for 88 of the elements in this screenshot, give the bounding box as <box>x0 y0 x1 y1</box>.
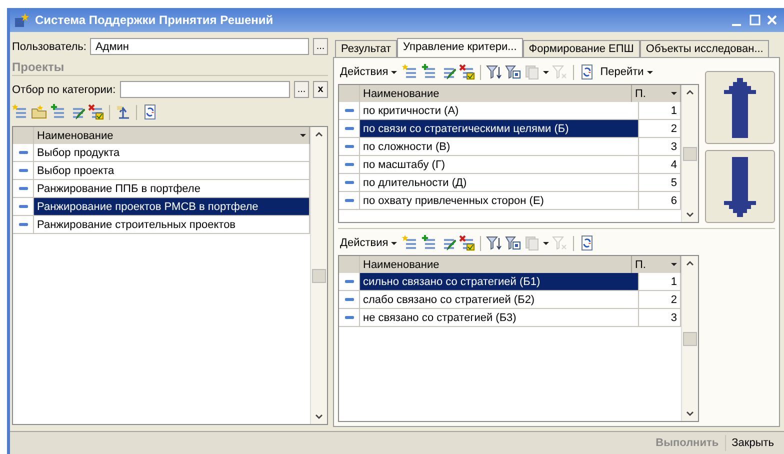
list-plus-icon[interactable] <box>50 104 66 120</box>
field-label: Пользователь: <box>12 40 86 52</box>
move-up-button[interactable] <box>705 71 775 144</box>
tab[interactable]: Результат <box>335 40 398 57</box>
list-delete-icon[interactable] <box>459 64 476 80</box>
list-plus-icon[interactable] <box>421 235 438 251</box>
dash-icon <box>18 205 28 208</box>
dash-icon <box>18 187 28 190</box>
table-cell[interactable]: не связано со стратегией (Б3) <box>360 309 639 326</box>
select-button[interactable]: ... <box>294 81 309 98</box>
level-up-icon[interactable] <box>115 104 131 120</box>
filter-form-icon[interactable] <box>505 64 522 80</box>
dash-icon <box>18 169 28 172</box>
app-icon <box>14 12 30 28</box>
chevron-down-icon <box>686 411 694 417</box>
list-star-icon[interactable] <box>12 104 28 120</box>
select-button[interactable]: ... <box>313 38 328 55</box>
caret-icon <box>543 70 550 74</box>
field-label: Отбор по категории: <box>12 84 116 96</box>
table-cell[interactable]: по длительности (Д) <box>360 174 639 191</box>
filter-icon[interactable] <box>486 235 502 251</box>
column-header[interactable]: Наименование <box>360 85 632 102</box>
filter-form-icon[interactable] <box>505 235 522 251</box>
category-field[interactable] <box>120 81 290 98</box>
chevron-up-icon <box>686 89 694 95</box>
table-cell[interactable]: по связи со стратегическими целями (Б) <box>360 120 639 137</box>
dash-icon <box>344 109 354 112</box>
scrollbar[interactable] <box>681 85 698 222</box>
refresh-icon[interactable] <box>579 64 596 80</box>
actions-menu[interactable]: Действия <box>338 66 400 78</box>
maximize-icon <box>749 13 761 27</box>
chevron-up-icon <box>686 260 694 266</box>
window-title: Система Поддержки Принятия Решений <box>35 13 274 27</box>
dash-icon <box>344 280 354 283</box>
list-delete-icon[interactable] <box>459 235 476 251</box>
dash-icon <box>344 127 354 130</box>
table-cell[interactable]: по сложности (В) <box>360 138 639 155</box>
actions-menu[interactable]: Действия <box>338 237 400 249</box>
list-plus-icon[interactable] <box>421 64 438 80</box>
table-cell[interactable]: Ранжирование проектов РМСВ в портфеле <box>34 198 310 215</box>
arrow-up-icon <box>722 78 758 138</box>
tab[interactable]: Управление критери... <box>397 38 523 57</box>
dash-icon <box>18 223 28 226</box>
scrollbar[interactable] <box>310 127 327 424</box>
chevron-down-icon <box>315 414 323 420</box>
folder-icon[interactable] <box>31 104 47 120</box>
list-star-icon[interactable] <box>402 235 418 251</box>
arrow-down-icon <box>722 156 758 216</box>
move-down-button[interactable] <box>705 150 775 223</box>
table-cell[interactable]: по масштабу (Г) <box>360 156 639 173</box>
chevron-down-icon <box>686 212 694 218</box>
table-cell[interactable]: слабо связано со стратегией (Б2) <box>360 291 639 308</box>
tab[interactable]: Формирование ЕПШ <box>522 40 640 57</box>
refresh-icon[interactable] <box>142 104 158 120</box>
minimize-icon <box>732 24 741 26</box>
scrollbar-thumb[interactable] <box>312 268 326 282</box>
table-cell[interactable]: по критичности (А) <box>360 102 639 119</box>
clear-button[interactable]: x <box>313 81 328 98</box>
dash-icon <box>18 151 28 154</box>
dash-icon <box>344 163 354 166</box>
list-star-icon[interactable] <box>402 64 418 80</box>
caret-icon <box>300 133 306 138</box>
dash-icon <box>344 145 354 148</box>
dash-icon <box>344 181 354 184</box>
user-field[interactable]: Админ <box>90 38 309 55</box>
tab[interactable]: Объекты исследован... <box>640 40 770 57</box>
scrollbar-thumb[interactable] <box>683 332 697 346</box>
list-delete-icon[interactable] <box>88 104 104 120</box>
caret-icon <box>543 240 550 246</box>
dash-icon <box>344 199 354 202</box>
dash-icon <box>344 316 354 319</box>
footer-button[interactable]: Закрыть <box>724 435 780 451</box>
close-icon <box>766 13 778 27</box>
chevron-up-icon <box>315 131 323 137</box>
table-cell[interactable]: по охвату привлеченных сторон (Е) <box>360 192 639 209</box>
scrollbar-thumb[interactable] <box>683 146 697 160</box>
dash-icon <box>344 298 354 301</box>
table-cell[interactable]: сильно связано со стратегией (Б1) <box>360 273 639 290</box>
refresh-icon[interactable] <box>579 235 596 251</box>
caret-icon <box>391 240 398 246</box>
caret-icon <box>671 91 677 96</box>
caret-icon <box>671 262 677 267</box>
filter-icon[interactable] <box>486 64 502 80</box>
scrollbar[interactable] <box>681 256 698 421</box>
go-to-menu[interactable]: Перейти <box>598 66 655 78</box>
caret-icon <box>391 70 398 74</box>
caret-icon <box>646 70 653 74</box>
section-title: Проекты <box>12 60 328 76</box>
